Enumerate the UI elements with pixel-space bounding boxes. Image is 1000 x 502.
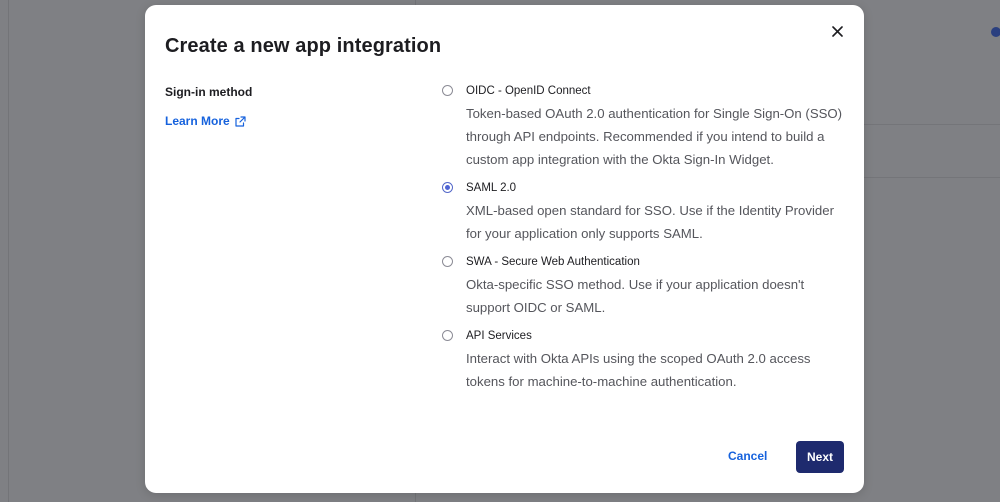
option-description: XML-based open standard for SSO. Use if … <box>466 203 834 241</box>
option-description: Token-based OAuth 2.0 authentication for… <box>466 106 843 167</box>
option-title: OIDC - OpenID Connect <box>466 85 591 97</box>
radio-oidc[interactable] <box>442 85 453 96</box>
close-icon <box>831 25 843 37</box>
sign-in-method-label: Sign-in method <box>165 85 253 99</box>
close-button[interactable] <box>828 22 846 40</box>
help-icon <box>991 27 1000 37</box>
option-title: API Services <box>466 330 532 342</box>
dialog-title: Create a new app integration <box>165 35 442 57</box>
option-description: Okta-specific SSO method. Use if your ap… <box>466 277 805 315</box>
option-description: Interact with Okta APIs using the scoped… <box>466 351 811 389</box>
background-divider <box>8 0 9 502</box>
cancel-button[interactable]: Cancel <box>728 449 767 463</box>
learn-more-label: Learn More <box>165 114 230 128</box>
background-divider <box>864 124 1000 125</box>
create-app-integration-dialog: Create a new app integration Sign-in met… <box>145 5 864 493</box>
option-title: SWA - Secure Web Authentication <box>466 256 640 268</box>
background-divider <box>864 177 1000 178</box>
learn-more-link[interactable]: Learn More <box>165 114 246 128</box>
radio-api-services[interactable] <box>442 330 453 341</box>
radio-swa[interactable] <box>442 256 453 267</box>
radio-saml[interactable] <box>442 182 453 193</box>
sign-in-method-column: Sign-in method Learn More <box>165 85 405 128</box>
next-button[interactable]: Next <box>796 441 844 473</box>
option-title: SAML 2.0 <box>466 182 517 194</box>
external-link-icon <box>235 115 246 127</box>
